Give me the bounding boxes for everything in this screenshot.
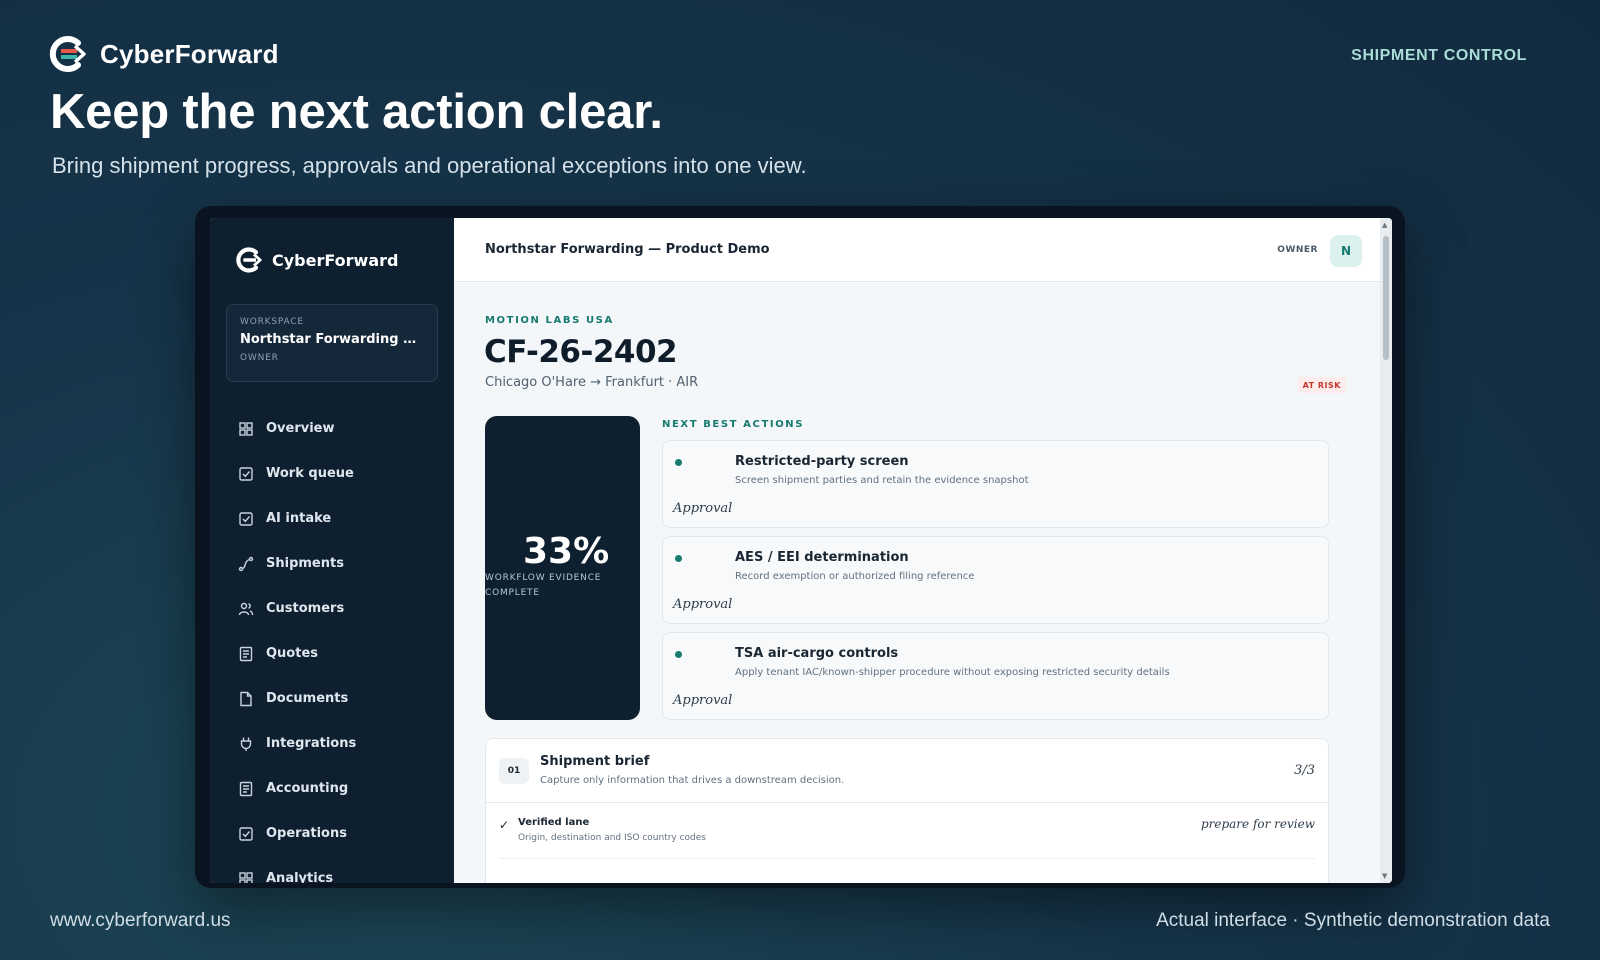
sidebar-item-work-queue[interactable]: Work queue — [210, 451, 454, 496]
customer-name: MOTION LABS USA — [485, 315, 614, 326]
action-card[interactable]: Restricted-party screen Screen shipment … — [662, 440, 1329, 528]
shipment-route: Chicago O'Hare → Frankfurt · AIR — [485, 375, 699, 390]
cyberforward-logo-icon — [236, 247, 262, 273]
hero-subtitle: Bring shipment progress, approvals and o… — [52, 153, 807, 178]
sidebar-item-label: Work queue — [266, 466, 354, 481]
sidebar-item-shipments[interactable]: Shipments — [210, 541, 454, 586]
sidebar-item-analytics[interactable]: Analytics — [210, 856, 454, 883]
action-description: Record exemption or authorized filing re… — [735, 571, 975, 582]
checkbox-icon — [238, 826, 254, 842]
sidebar-item-label: Quotes — [266, 646, 319, 661]
sidebar-item-label: AI intake — [266, 511, 332, 526]
sidebar-item-documents[interactable]: Documents — [210, 676, 454, 721]
plug-icon — [238, 736, 254, 752]
sidebar-item-customers[interactable]: Customers — [210, 586, 454, 631]
sidebar-item-operations[interactable]: Operations — [210, 811, 454, 856]
action-title: AES / EEI determination — [735, 550, 909, 565]
sidebar: CyberForward WORKSPACE Northstar Forward… — [210, 218, 454, 883]
action-type: Approval — [673, 597, 733, 612]
hero-title: Keep the next action clear. — [50, 85, 663, 139]
list-doc-icon — [238, 781, 254, 797]
avatar[interactable]: N — [1330, 235, 1362, 267]
sidebar-item-label: Accounting — [266, 781, 349, 796]
checklist-title: Verified lane — [518, 817, 590, 828]
cyberforward-logo-icon — [49, 36, 86, 72]
device-frame: CyberForward WORKSPACE Northstar Forward… — [195, 206, 1405, 888]
workspace-kicker: WORKSPACE — [240, 317, 304, 327]
shipment-brief-card: 01 Shipment brief Capture only informati… — [485, 738, 1329, 883]
grid-icon — [238, 871, 254, 883]
sidebar-brand[interactable]: CyberForward — [235, 246, 398, 274]
step-number: 01 — [499, 758, 529, 784]
sidebar-item-integrations[interactable]: Integrations — [210, 721, 454, 766]
app-screen: CyberForward WORKSPACE Northstar Forward… — [210, 218, 1392, 883]
action-type: Approval — [673, 693, 733, 708]
grid-icon — [238, 421, 254, 437]
next-actions-list: Restricted-party screen Screen shipment … — [662, 440, 1329, 728]
section-tag: SHIPMENT CONTROL — [1351, 47, 1527, 64]
sidebar-item-ai-intake[interactable]: AI intake — [210, 496, 454, 541]
scroll-up-icon[interactable]: ▲ — [1382, 221, 1387, 229]
workspace-name: Northstar Forwarding — P... — [240, 332, 424, 347]
sidebar-item-quotes[interactable]: Quotes — [210, 631, 454, 676]
main-content: Northstar Forwarding — Product Demo OWNE… — [454, 218, 1392, 883]
sidebar-item-label: Documents — [266, 691, 349, 706]
workspace-title: Northstar Forwarding — Product Demo — [485, 242, 770, 257]
status-badge: AT RISK — [1297, 377, 1346, 393]
sidebar-item-label: Customers — [266, 601, 345, 616]
next-actions-heading: NEXT BEST ACTIONS — [662, 419, 805, 430]
brief-title: Shipment brief — [540, 754, 650, 769]
status-dot-icon — [675, 555, 682, 562]
check-icon: ✓ — [499, 818, 510, 832]
user-role: OWNER — [1277, 245, 1318, 255]
brand-name: CyberForward — [100, 38, 279, 69]
scrollbar[interactable]: ▲ ▼ — [1380, 218, 1392, 883]
workspace-role: OWNER — [240, 353, 279, 363]
checkbox-icon — [238, 466, 254, 482]
website-url[interactable]: www.cyberforward.us — [50, 910, 231, 932]
brief-count: 3/3 — [1294, 763, 1315, 778]
brief-subtitle: Capture only information that drives a d… — [540, 775, 845, 786]
topbar: Northstar Forwarding — Product Demo OWNE… — [454, 218, 1392, 282]
shipment-id: CF-26-2402 — [484, 334, 678, 370]
divider — [486, 802, 1328, 803]
action-type: Approval — [673, 501, 733, 516]
sidebar-item-label: Operations — [266, 826, 347, 841]
progress-card: 33% WORKFLOW EVIDENCE COMPLETE — [485, 416, 640, 720]
status-dot-icon — [675, 459, 682, 466]
route-icon — [238, 556, 254, 572]
footer-note: Actual interface · Synthetic demonstrati… — [1156, 910, 1550, 931]
checklist-description: Origin, destination and ISO country code… — [518, 833, 706, 843]
sidebar-item-accounting[interactable]: Accounting — [210, 766, 454, 811]
brand: CyberForward — [48, 34, 279, 74]
file-icon — [238, 691, 254, 707]
action-description: Screen shipment parties and retain the e… — [735, 475, 1029, 486]
checkbox-icon — [238, 511, 254, 527]
sidebar-item-label: Shipments — [266, 556, 344, 571]
users-icon — [238, 601, 254, 617]
checklist-action[interactable]: prepare for review — [1201, 817, 1315, 831]
scroll-down-icon[interactable]: ▼ — [1382, 872, 1387, 880]
action-card[interactable]: AES / EEI determination Record exemption… — [662, 536, 1329, 624]
action-card[interactable]: TSA air-cargo controls Apply tenant IAC/… — [662, 632, 1329, 720]
checklist-row[interactable]: ✓ Verified lane Origin, destination and … — [499, 815, 1315, 859]
sidebar-brand-name: CyberForward — [272, 250, 399, 270]
action-title: Restricted-party screen — [735, 454, 909, 469]
list-doc-icon — [238, 646, 254, 662]
progress-percent: 33% — [523, 531, 610, 572]
progress-caption: WORKFLOW EVIDENCE COMPLETE — [485, 573, 602, 598]
status-dot-icon — [675, 651, 682, 658]
sidebar-nav: Overview Work queue AI intake Shipments … — [210, 406, 454, 883]
scrollbar-thumb[interactable] — [1383, 236, 1389, 360]
workspace-switcher[interactable]: WORKSPACE Northstar Forwarding — P... OW… — [226, 304, 438, 382]
sidebar-item-label: Overview — [266, 421, 335, 436]
sidebar-item-overview[interactable]: Overview — [210, 406, 454, 451]
sidebar-item-label: Analytics — [266, 871, 334, 883]
action-title: TSA air-cargo controls — [735, 646, 899, 661]
action-description: Apply tenant IAC/known-shipper procedure… — [735, 667, 1170, 678]
sidebar-item-label: Integrations — [266, 736, 357, 751]
